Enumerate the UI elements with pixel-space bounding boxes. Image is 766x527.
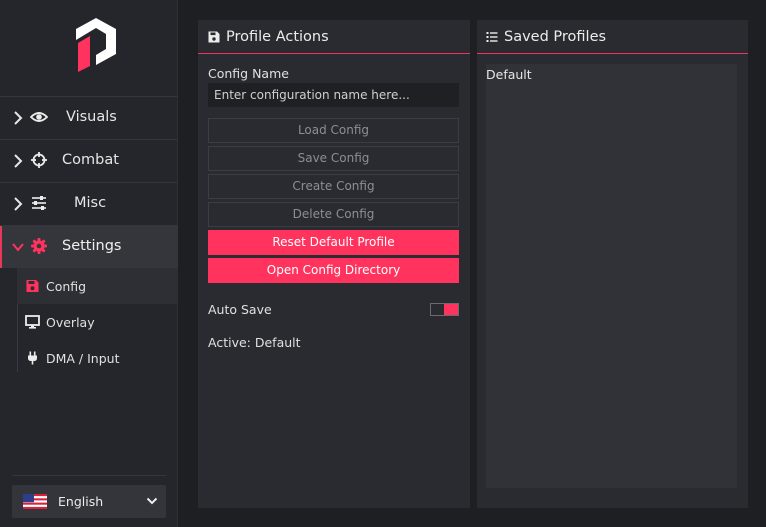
plug-icon [28,351,37,365]
panel-header: Saved Profiles [477,20,748,54]
chevron-down-icon [146,497,158,505]
floppy-disk-icon [26,280,39,292]
sidebar-divider [12,475,166,476]
config-name-label: Config Name [208,66,289,81]
monitor-icon [25,315,40,329]
sidebar-item-visuals[interactable]: Visuals [0,97,178,139]
delete-config-button[interactable]: Delete Config [208,202,459,227]
saved-profiles-panel: Saved Profiles Default [477,20,748,508]
floppy-disk-icon [208,31,220,43]
open-config-directory-button[interactable]: Open Config Directory [208,258,459,283]
sidebar-subitem-label: Overlay [46,315,95,330]
panel-header: Profile Actions [198,20,470,54]
crosshair-icon [31,152,47,168]
gear-icon [31,238,47,254]
profile-name: Default [486,67,532,82]
reset-default-profile-button[interactable]: Reset Default Profile [208,230,459,255]
sliders-icon [32,196,46,210]
save-config-button[interactable]: Save Config [208,146,459,171]
auto-save-toggle[interactable] [430,303,459,316]
chevron-right-icon [14,111,23,125]
config-name-input[interactable] [208,83,459,107]
sidebar-subitem-label: DMA / Input [46,351,120,366]
language-label: English [58,494,104,509]
profile-actions-panel: Profile Actions Config Name Load Config … [198,20,470,508]
active-profile-status: Active: Default [208,335,301,350]
sidebar-item-misc[interactable]: Misc [0,183,178,225]
load-config-button[interactable]: Load Config [208,118,459,143]
us-flag-icon [23,494,47,509]
sidebar-item-label: Misc [74,195,107,211]
chevron-right-icon [14,154,23,168]
sidebar-subitem-label: Config [46,279,87,294]
saved-profiles-list[interactable]: Default [486,64,737,488]
sidebar-subitem-dma-input[interactable]: DMA / Input [17,340,178,376]
app-logo-icon [76,18,116,72]
create-config-button[interactable]: Create Config [208,174,459,199]
sidebar-item-label: Settings [62,238,122,254]
list-icon [486,32,498,42]
auto-save-label: Auto Save [208,302,272,317]
language-select[interactable]: English [12,485,166,518]
chevron-right-icon [14,197,23,211]
sidebar-item-label: Combat [62,152,119,168]
sidebar-subitem-overlay[interactable]: Overlay [17,304,178,340]
toggle-knob [444,304,458,315]
panel-title: Saved Profiles [504,29,607,45]
sidebar-subitem-config[interactable]: Config [17,268,178,304]
panel-title: Profile Actions [226,29,329,45]
eye-icon [30,112,48,122]
sidebar-item-settings[interactable]: Settings [0,226,178,268]
sidebar-item-combat[interactable]: Combat [0,140,178,182]
sidebar-item-label: Visuals [66,109,117,125]
list-item[interactable]: Default [486,64,737,84]
chevron-down-icon [12,243,24,252]
sidebar: Visuals Combat Misc Settings Config Over… [0,0,178,527]
